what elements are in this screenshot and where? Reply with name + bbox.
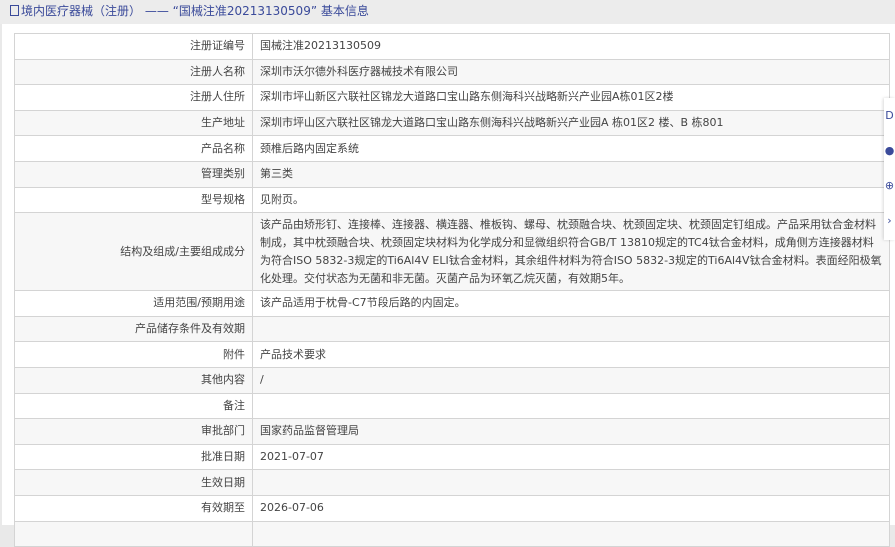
row-value: 见附页。: [252, 186, 890, 214]
page-header: 境内医疗器械（注册） —— “国械注准20213130509” 基本信息: [0, 0, 895, 24]
table-row: 产品储存条件及有效期: [14, 315, 890, 343]
row-label: 备注: [14, 392, 253, 420]
table-row: 有效期至 2026-07-06: [14, 494, 890, 522]
toolbar-info-icon[interactable]: ●: [884, 133, 895, 168]
row-value: 颈椎后路内固定系统: [252, 135, 890, 162]
info-panel: 注册证编号 国械注准20213130509 注册人名称 深圳市沃尔德外科医疗器械技术有…: [2, 24, 895, 547]
page-title: 境内医疗器械（注册） —— “国械注准20213130509” 基本信息: [21, 4, 369, 18]
row-label: 批准日期: [14, 443, 253, 471]
row-value: 国械注准20213130509: [252, 33, 890, 60]
table-row: 审批部门 国家药品监督管理局: [14, 418, 890, 445]
table-row: 管理类别 第三类: [14, 160, 890, 188]
row-value: [252, 469, 890, 496]
row-value: 2021-07-07: [252, 443, 890, 471]
table-row: 生效日期: [14, 469, 890, 496]
row-label: 审批部门: [14, 418, 253, 445]
row-value: [252, 392, 890, 420]
row-label: 有效期至: [14, 494, 253, 522]
row-label: 注册人名称: [14, 58, 253, 86]
toolbar-expand-icon[interactable]: ›: [884, 203, 895, 238]
table-row: 附件 产品技术要求: [14, 341, 890, 368]
row-label: 管理类别: [14, 160, 253, 188]
table-row: 型号规格 见附页。: [14, 186, 890, 214]
row-value: /: [252, 366, 890, 394]
toolbar-share-icon[interactable]: ⊕: [884, 168, 895, 203]
table-row: 注册人住所 深圳市坪山新区六联社区锦龙大道路口宝山路东侧海科兴战略新兴产业园A栋0…: [14, 84, 890, 111]
row-label: 生产地址: [14, 109, 253, 137]
table-row: 注册人名称 深圳市沃尔德外科医疗器械技术有限公司: [14, 58, 890, 86]
row-value: 深圳市沃尔德外科医疗器械技术有限公司: [252, 58, 890, 86]
row-label: 注册人住所: [14, 84, 253, 111]
row-value: 深圳市坪山区六联社区锦龙大道路口宝山路东侧海科兴战略新兴产业园A 栋01区2 楼…: [252, 109, 890, 137]
document-icon: [10, 5, 19, 16]
table-row: 注册证编号 国械注准20213130509: [14, 33, 890, 60]
table-row: 备注: [14, 392, 890, 420]
row-label: 附件: [14, 341, 253, 368]
toolbar-doc-icon[interactable]: D: [884, 98, 895, 133]
row-value: [252, 315, 890, 343]
row-value: 产品技术要求: [252, 341, 890, 368]
row-value: 第三类: [252, 160, 890, 188]
row-label: 其他内容: [14, 366, 253, 394]
info-table: 注册证编号 国械注准20213130509 注册人名称 深圳市沃尔德外科医疗器械技术有…: [14, 33, 890, 547]
row-value: 该产品适用于枕骨-C7节段后路的内固定。: [252, 290, 890, 317]
row-value: 2026-07-06: [252, 494, 890, 522]
table-row: 批准日期 2021-07-07: [14, 443, 890, 471]
row-value: 该产品由矫形钉、连接棒、连接器、横连器、椎板钩、螺母、枕颈融合块、枕颈固定块、枕…: [252, 212, 890, 292]
floating-toolbar: D ● ⊕ ›: [884, 98, 895, 240]
table-row: 其他内容 /: [14, 366, 890, 394]
table-row: 生产地址 深圳市坪山区六联社区锦龙大道路口宝山路东侧海科兴战略新兴产业园A 栋01…: [14, 109, 890, 137]
table-row: 产品名称 颈椎后路内固定系统: [14, 135, 890, 162]
row-value: 深圳市坪山新区六联社区锦龙大道路口宝山路东侧海科兴战略新兴产业园A栋01区2楼: [252, 84, 890, 111]
row-label: 生效日期: [14, 469, 253, 496]
row-value: 国家药品监督管理局: [252, 418, 890, 445]
row-label: 结构及组成/主要组成成分: [14, 212, 253, 292]
row-label: 型号规格: [14, 186, 253, 214]
table-row: 适用范围/预期用途 该产品适用于枕骨-C7节段后路的内固定。: [14, 290, 890, 317]
row-label: 产品储存条件及有效期: [14, 315, 253, 343]
table-row: 结构及组成/主要组成成分 该产品由矫形钉、连接棒、连接器、横连器、椎板钩、螺母、枕…: [14, 212, 890, 292]
row-label: 适用范围/预期用途: [14, 290, 253, 317]
row-label: 产品名称: [14, 135, 253, 162]
row-label: 注册证编号: [14, 33, 253, 60]
